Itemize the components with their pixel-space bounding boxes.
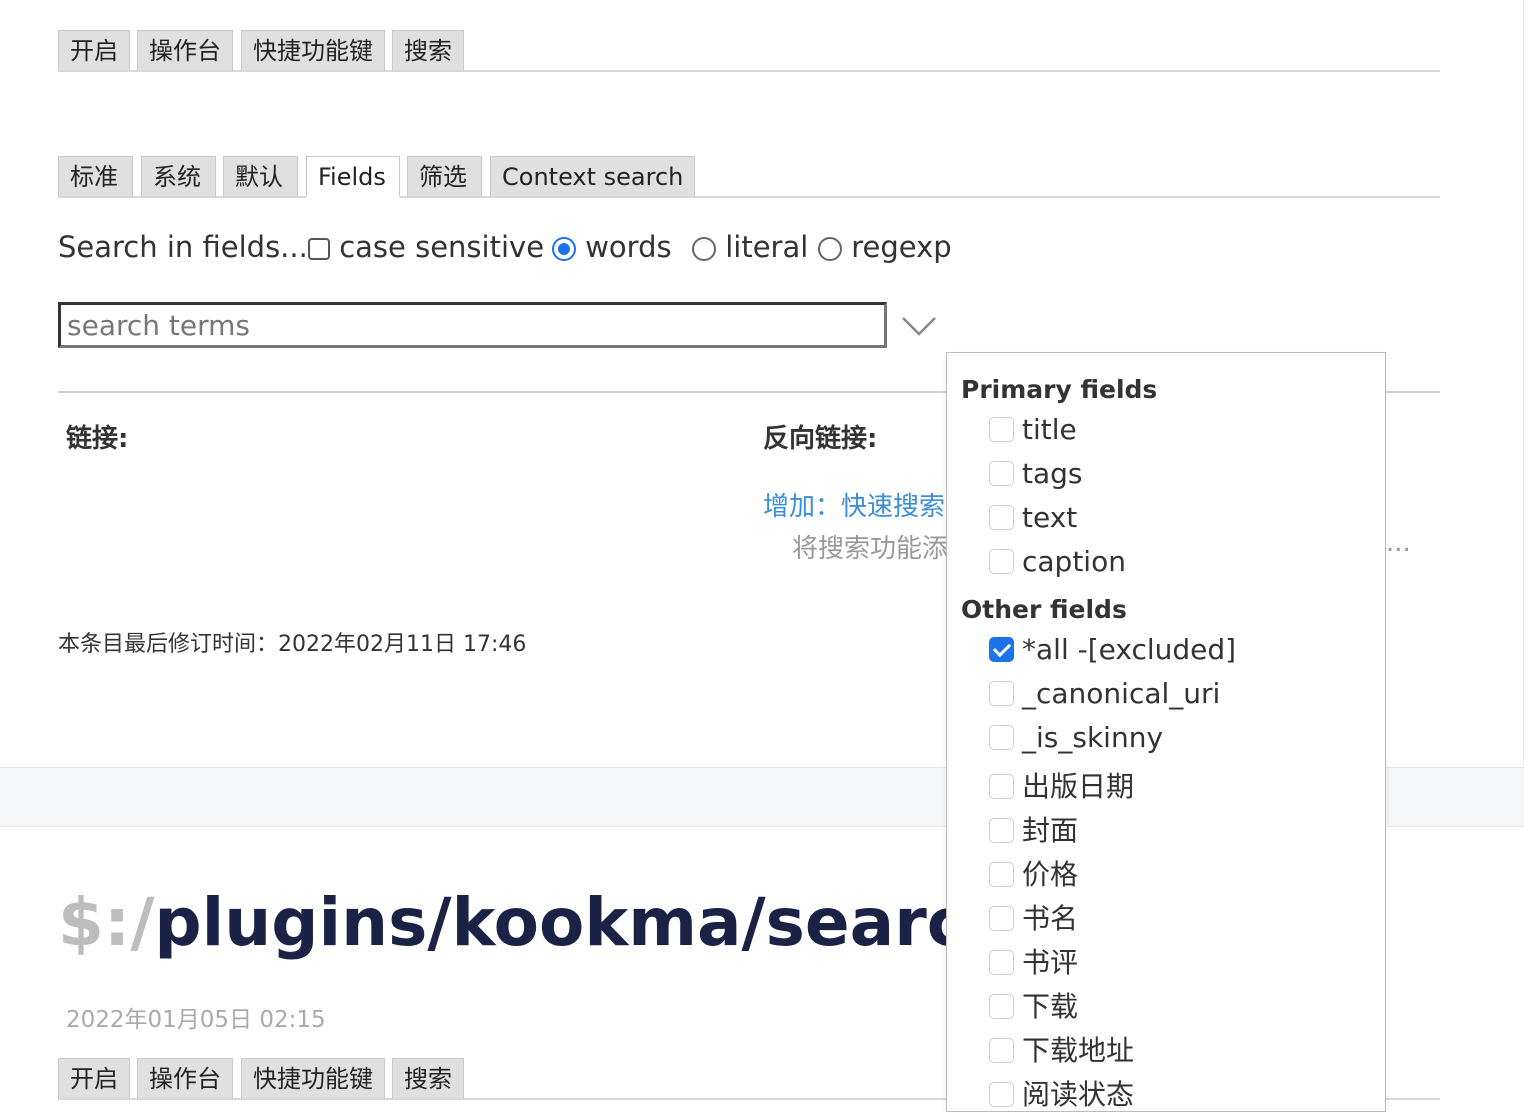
field-checkbox[interactable]: [989, 416, 1014, 442]
regexp-option[interactable]: regexp: [818, 230, 952, 264]
title-prefix: $:/: [58, 884, 155, 961]
words-radio[interactable]: [552, 237, 576, 261]
tab-open[interactable]: 开启: [58, 30, 130, 72]
case-sensitive-option[interactable]: case sensitive: [308, 230, 544, 264]
backlinks-label: 反向链接:: [763, 424, 878, 454]
field-option[interactable]: 书名: [989, 897, 1078, 937]
next-tab-dashboard[interactable]: 操作台: [137, 1058, 233, 1100]
links-label: 链接:: [66, 424, 129, 454]
field-checkbox[interactable]: [989, 861, 1014, 887]
field-option[interactable]: 下载: [989, 985, 1078, 1025]
case-sensitive-checkbox[interactable]: [308, 238, 330, 260]
field-option-label: 阅读状态: [1022, 1078, 1135, 1111]
field-option[interactable]: 价格: [989, 853, 1078, 893]
field-option[interactable]: caption: [989, 545, 1126, 585]
search-input[interactable]: [58, 302, 887, 348]
tab-fields[interactable]: Fields: [306, 156, 400, 198]
field-option-label: *all -[excluded]: [1022, 633, 1237, 666]
field-checkbox[interactable]: [989, 1037, 1014, 1063]
field-checkbox[interactable]: [989, 993, 1014, 1019]
field-option-label: text: [1022, 501, 1078, 534]
field-option-label: _is_skinny: [1022, 721, 1164, 754]
field-checkbox[interactable]: [989, 724, 1014, 750]
other-fields-heading: Other fields: [961, 595, 1127, 624]
field-option-label: title: [1022, 413, 1077, 446]
backlink-description: 将搜索功能添: [792, 534, 949, 564]
field-checkbox[interactable]: [989, 1081, 1014, 1107]
tab-dashboard[interactable]: 操作台: [137, 30, 233, 72]
words-label: words: [585, 230, 672, 264]
field-option-label: 书名: [1022, 902, 1079, 935]
tiddler-title[interactable]: $:/plugins/kookma/search: [58, 884, 1013, 961]
field-checkbox[interactable]: [989, 460, 1014, 486]
literal-label: literal: [725, 230, 809, 264]
field-option[interactable]: text: [989, 501, 1077, 541]
field-checkbox[interactable]: [989, 905, 1014, 931]
regexp-radio[interactable]: [818, 237, 842, 261]
regexp-label: regexp: [851, 230, 952, 264]
field-option-label: _canonical_uri: [1022, 677, 1221, 710]
tab-shortcuts[interactable]: 快捷功能键: [241, 30, 385, 72]
field-select-popup: Primary fields title tags text caption Othe…: [946, 352, 1386, 1112]
next-tab-open[interactable]: 开启: [58, 1058, 130, 1100]
tab-system[interactable]: 系统: [141, 156, 216, 198]
modified-time: 本条目最后修订时间：2022年02月11日 17:46: [58, 632, 527, 657]
created-date: 2022年01月05日 02:15: [66, 1007, 326, 1033]
title-rest: plugins/kookma/search: [154, 884, 1013, 961]
field-checkbox[interactable]: [989, 949, 1014, 975]
field-option[interactable]: tags: [989, 457, 1083, 497]
backlink-item[interactable]: 增加：快速搜索: [763, 486, 945, 523]
field-option[interactable]: 书评: [989, 941, 1078, 981]
field-option[interactable]: *all -[excluded]: [989, 633, 1236, 673]
search-in-fields-label: Search in fields...: [58, 230, 308, 264]
field-checkbox[interactable]: [989, 817, 1014, 843]
tab-context-search[interactable]: Context search: [490, 156, 695, 198]
field-checkbox[interactable]: [989, 680, 1014, 706]
primary-fields-heading: Primary fields: [961, 375, 1158, 404]
literal-option[interactable]: literal: [692, 230, 808, 264]
field-option[interactable]: 封面: [989, 809, 1078, 849]
chevron-down-icon: [902, 317, 936, 336]
literal-radio[interactable]: [692, 237, 716, 261]
search-tab-bar: 标准 系统 默认 Fields 筛选 Context search: [58, 154, 1440, 198]
field-checkbox[interactable]: [989, 548, 1014, 574]
description-ellipsis: ...: [1386, 528, 1411, 558]
field-option-label: 下载: [1022, 990, 1079, 1023]
tab-standard[interactable]: 标准: [58, 156, 133, 198]
top-tab-bar: 开启 操作台 快捷功能键 搜索: [58, 28, 1440, 72]
field-option[interactable]: _is_skinny: [989, 721, 1163, 761]
field-dropdown-button[interactable]: [900, 310, 938, 344]
words-option[interactable]: words: [552, 230, 672, 264]
field-checkbox[interactable]: [989, 773, 1014, 799]
field-option-label: 封面: [1022, 814, 1079, 847]
field-option[interactable]: 出版日期: [989, 765, 1134, 805]
field-option[interactable]: title: [989, 413, 1077, 453]
field-option-label: caption: [1022, 545, 1126, 578]
case-sensitive-label: case sensitive: [339, 230, 545, 264]
next-tab-search[interactable]: 搜索: [392, 1058, 464, 1100]
field-option[interactable]: 下载地址: [989, 1029, 1134, 1069]
next-tab-shortcuts[interactable]: 快捷功能键: [241, 1058, 385, 1100]
field-checkbox[interactable]: [989, 504, 1014, 530]
tab-search[interactable]: 搜索: [392, 30, 464, 72]
field-option-label: tags: [1022, 457, 1083, 490]
tab-default[interactable]: 默认: [223, 156, 298, 198]
field-option-label: 书评: [1022, 946, 1079, 979]
field-option[interactable]: _canonical_uri: [989, 677, 1220, 717]
field-option-label: 下载地址: [1022, 1034, 1135, 1067]
field-option-label: 出版日期: [1022, 770, 1135, 803]
field-option-label: 价格: [1022, 858, 1079, 891]
field-option[interactable]: 阅读状态: [989, 1073, 1135, 1111]
card-edge: [1523, 0, 1524, 767]
tab-filter[interactable]: 筛选: [407, 156, 482, 198]
field-checkbox[interactable]: [989, 636, 1014, 662]
